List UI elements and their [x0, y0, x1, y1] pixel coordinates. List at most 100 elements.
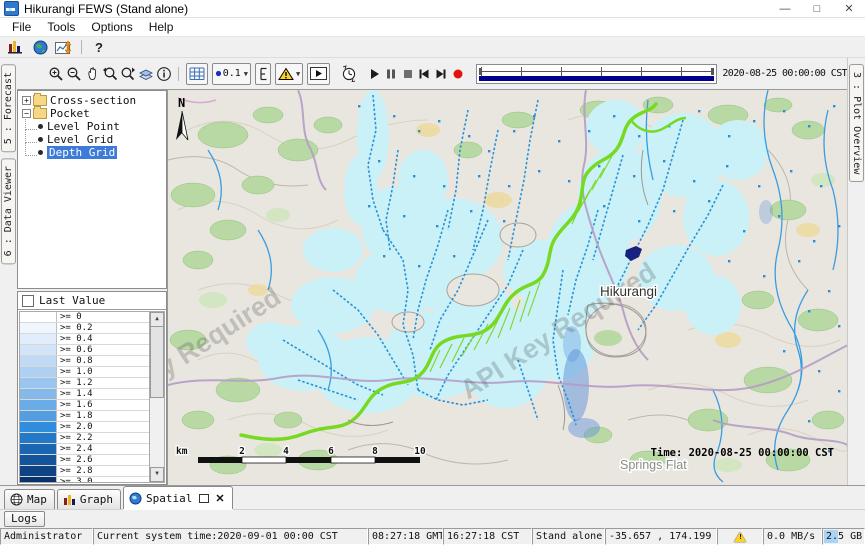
map-view[interactable]: API Key Required API Key Required Hikura…: [167, 90, 847, 485]
legend-row[interactable]: >= 0.8: [20, 356, 150, 367]
legend-label: >= 1.6: [57, 400, 93, 410]
map-toolbar: 0.1 ▼ ▼: [17, 58, 847, 90]
close-icon[interactable]: ✕: [833, 0, 865, 17]
folder-icon: [33, 108, 47, 119]
window-title: Hikurangi FEWS (Stand alone): [24, 2, 188, 16]
legend-row[interactable]: >= 3.0: [20, 477, 150, 483]
spatial-display-icon[interactable]: [28, 38, 52, 56]
grid-toggle-button[interactable]: [186, 63, 208, 85]
title-bar: Hikurangi FEWS (Stand alone) — □ ✕: [0, 0, 865, 18]
maximize-icon[interactable]: □: [801, 0, 833, 17]
menu-tools[interactable]: Tools: [39, 20, 83, 34]
toolbar-separator: [81, 40, 82, 54]
tree-item-label[interactable]: Level Grid: [47, 133, 113, 146]
tree-item-label[interactable]: Pocket: [50, 107, 90, 120]
data-display-icon[interactable]: [4, 38, 28, 56]
chevron-down-icon: ▼: [244, 70, 248, 78]
legend-row[interactable]: >= 1.0: [20, 367, 150, 378]
tree-item-cross-section[interactable]: Cross-section: [20, 94, 166, 107]
skip-end-icon[interactable]: [434, 63, 449, 85]
threshold-dropdown[interactable]: 0.1 ▼: [212, 63, 251, 85]
last-value-checkbox[interactable]: [22, 295, 34, 307]
zoom-out-icon[interactable]: [66, 63, 82, 85]
legend-row[interactable]: >= 2.2: [20, 433, 150, 444]
minimize-icon[interactable]: —: [769, 0, 801, 17]
tree-item-label-selected[interactable]: Depth Grid: [47, 146, 117, 159]
legend-swatch: [20, 356, 57, 366]
tab-graph-label: Graph: [80, 493, 113, 506]
status-warning[interactable]: [717, 528, 763, 545]
legend-row[interactable]: >= 2.6: [20, 455, 150, 466]
legend-label: >= 2.4: [57, 444, 93, 454]
pan-hand-icon[interactable]: [84, 63, 100, 85]
scroll-up-icon[interactable]: ▲: [150, 312, 164, 327]
legend-label: >= 2.6: [57, 455, 93, 465]
time-settings-icon[interactable]: [340, 63, 358, 85]
skip-start-icon[interactable]: [417, 63, 432, 85]
forecast-chart-icon[interactable]: [52, 38, 76, 56]
help-button[interactable]: ?: [87, 40, 111, 55]
zoom-next-icon[interactable]: [120, 63, 136, 85]
play-icon[interactable]: [367, 63, 382, 85]
tree-item-level-grid[interactable]: Level Grid: [20, 133, 166, 146]
expand-icon[interactable]: [22, 96, 31, 105]
menu-help[interactable]: Help: [141, 20, 182, 34]
zoom-previous-icon[interactable]: [102, 63, 118, 85]
stop-icon[interactable]: [400, 63, 415, 85]
tree-item-pocket[interactable]: Pocket: [20, 107, 166, 120]
scrollbar-thumb[interactable]: [150, 326, 164, 398]
tab-map[interactable]: Map: [4, 489, 55, 509]
layers-icon[interactable]: [138, 63, 154, 85]
tab-spatial[interactable]: Spatial ✕: [123, 486, 233, 509]
tab-forecast[interactable]: 5 : Forecast: [1, 64, 16, 152]
logs-button[interactable]: Logs: [4, 511, 45, 527]
svg-text:2: 2: [239, 446, 245, 457]
legend-row[interactable]: >= 1.6: [20, 400, 150, 411]
tree-item-label[interactable]: Cross-section: [50, 94, 136, 107]
tree-item-depth-grid[interactable]: Depth Grid: [20, 146, 166, 159]
legend-label: >= 2.0: [57, 422, 93, 432]
legend-row[interactable]: >= 1.4: [20, 389, 150, 400]
globe-wireframe-icon: [10, 493, 23, 506]
tab-data-viewer[interactable]: 6 : Data Viewer: [1, 158, 16, 264]
legend-swatch: [20, 444, 57, 454]
legend-label: >= 2.8: [57, 466, 93, 476]
legend-scrollbar[interactable]: ▲ ▼: [149, 312, 164, 482]
legend-label: >= 0.8: [57, 356, 93, 366]
tree-item-level-point[interactable]: Level Point: [20, 120, 166, 133]
legend-row[interactable]: >= 2.8: [20, 466, 150, 477]
time-slider-range-bar: [479, 76, 714, 81]
time-slider[interactable]: [476, 64, 717, 84]
viewer-tab-bar: Map Graph Spatial ✕: [0, 485, 865, 509]
zoom-in-icon[interactable]: [48, 63, 64, 85]
legend-label: >= 1.2: [57, 378, 93, 388]
legend-row[interactable]: >= 0.4: [20, 334, 150, 345]
legend-swatch: [20, 367, 57, 377]
legend-row[interactable]: >= 2.0: [20, 422, 150, 433]
menu-bar: File Tools Options Help: [0, 18, 865, 37]
legend-row[interactable]: >= 1.8: [20, 411, 150, 422]
menu-file[interactable]: File: [4, 20, 39, 34]
close-panel-icon[interactable]: ✕: [215, 492, 224, 505]
legend-row[interactable]: >= 0.2: [20, 323, 150, 334]
legend-row[interactable]: >= 1.2: [20, 378, 150, 389]
tree-item-label[interactable]: Level Point: [47, 120, 120, 133]
time-slider-end-handle[interactable]: [711, 68, 714, 75]
info-icon[interactable]: [156, 63, 172, 85]
pause-icon[interactable]: [384, 63, 399, 85]
legend-row[interactable]: >= 2.4: [20, 444, 150, 455]
record-icon[interactable]: [450, 63, 465, 85]
scale-bar-button[interactable]: [255, 63, 271, 85]
scroll-down-icon[interactable]: ▼: [150, 467, 164, 482]
menu-options[interactable]: Options: [83, 20, 140, 34]
time-slider-start-handle[interactable]: [479, 68, 482, 75]
legend-row[interactable]: >= 0: [20, 312, 150, 323]
warning-dropdown[interactable]: ▼: [275, 63, 303, 85]
tree-connector: [25, 143, 37, 156]
tab-plot-overview[interactable]: 3 : Plot Overview: [849, 64, 864, 182]
float-panel-icon[interactable]: [199, 494, 209, 503]
tab-graph[interactable]: Graph: [57, 489, 121, 509]
animation-panel-button[interactable]: [307, 63, 330, 85]
legend-row[interactable]: >= 0.6: [20, 345, 150, 356]
status-memory: 2.5 GB: [822, 528, 865, 545]
